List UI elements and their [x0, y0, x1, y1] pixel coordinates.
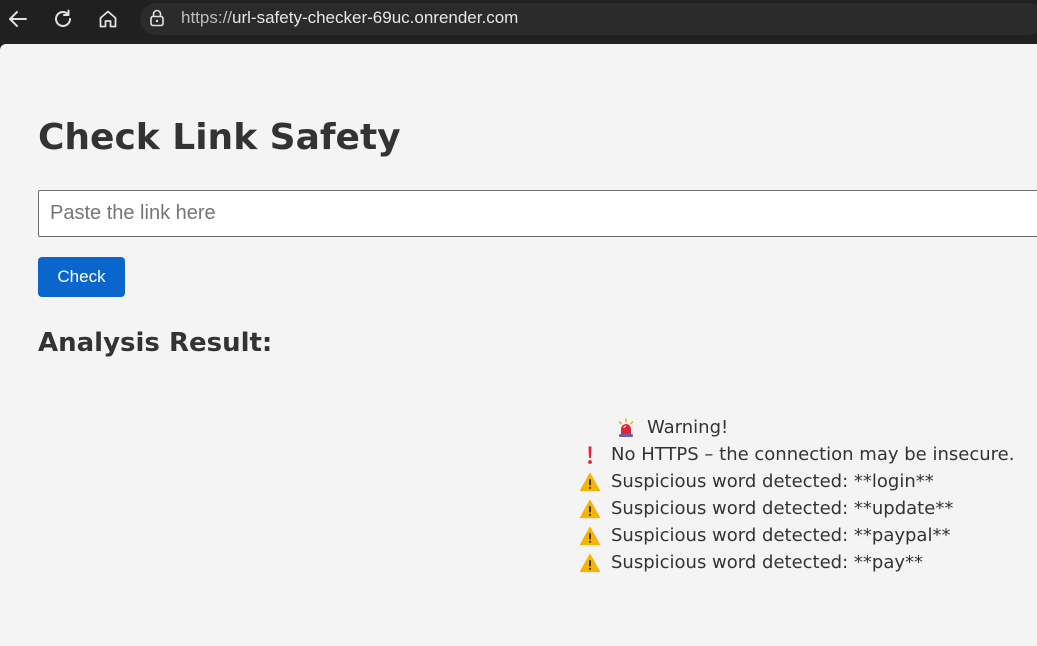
result-line: Suspicious word detected: **login** [578, 468, 1018, 495]
url-host: url-safety-checker-69uc.onrender.com [232, 8, 519, 27]
warning-triangle-icon [578, 552, 602, 574]
check-button[interactable]: Check [38, 257, 125, 297]
lock-icon[interactable] [147, 8, 167, 28]
result-line: No HTTPS – the connection may be insecur… [578, 441, 1018, 468]
result-line-text: Suspicious word detected: **login** [611, 471, 934, 492]
page-content: Check Link Safety Check Analysis Result:… [0, 44, 1037, 646]
result-line-text: Suspicious word detected: **pay** [611, 552, 924, 573]
exclamation-icon [578, 444, 602, 466]
warning-triangle-icon [578, 471, 602, 493]
warning-triangle-icon [578, 498, 602, 520]
result-warning-text: Warning! [647, 417, 729, 438]
siren-icon [614, 417, 638, 439]
home-icon[interactable] [94, 5, 122, 33]
reload-icon[interactable] [49, 5, 77, 33]
result-line-text: Suspicious word detected: **paypal** [611, 525, 951, 546]
analysis-result: Warning! No HTTPS – the connection may b… [578, 414, 1018, 576]
address-bar[interactable]: https://url-safety-checker-69uc.onrender… [140, 3, 1037, 35]
back-icon[interactable] [4, 5, 32, 33]
result-line: Suspicious word detected: **update** [578, 495, 1018, 522]
browser-toolbar: https://url-safety-checker-69uc.onrender… [0, 0, 1037, 44]
result-line: Suspicious word detected: **pay** [578, 549, 1018, 576]
page-title: Check Link Safety [38, 117, 401, 158]
link-input[interactable] [38, 190, 1037, 237]
result-heading: Analysis Result: [38, 328, 273, 358]
url-scheme: https:// [181, 8, 233, 27]
result-line-text: Suspicious word detected: **update** [611, 498, 954, 519]
result-warning-line: Warning! [578, 414, 1018, 441]
result-line-text: No HTTPS – the connection may be insecur… [611, 444, 1015, 465]
warning-triangle-icon [578, 525, 602, 547]
url-text[interactable]: https://url-safety-checker-69uc.onrender… [181, 7, 518, 29]
result-line: Suspicious word detected: **paypal** [578, 522, 1018, 549]
